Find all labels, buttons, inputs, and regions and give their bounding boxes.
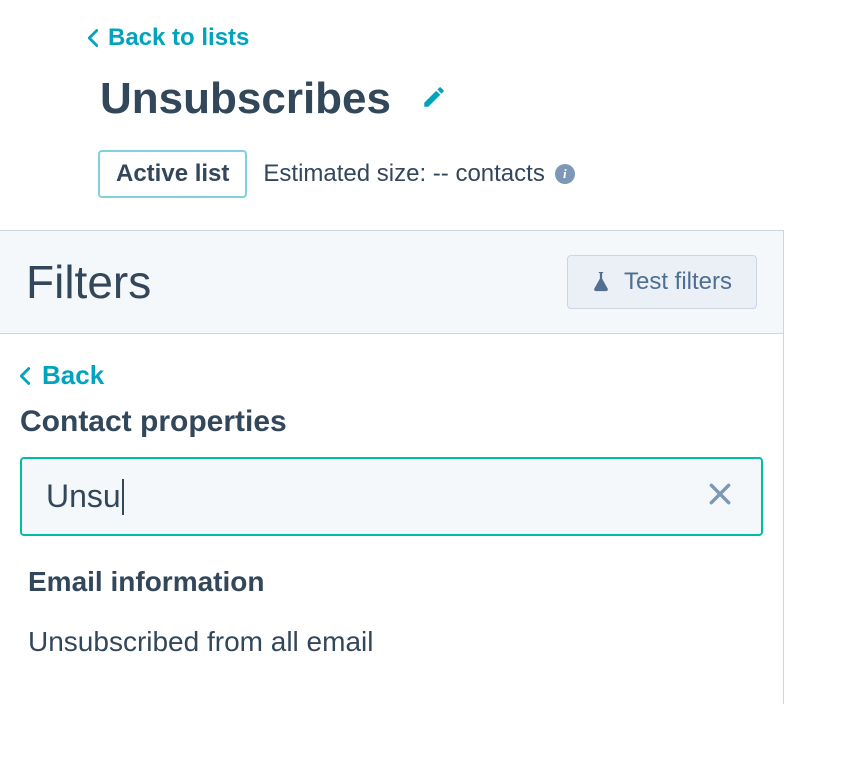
page-title: Unsubscribes [100,74,391,124]
filters-body: Back Contact properties Unsu Email infor… [0,334,784,704]
test-filters-label: Test filters [624,268,732,296]
contact-properties-heading: Contact properties [20,405,763,439]
filters-back-label: Back [42,360,104,391]
chevron-left-icon [20,367,30,385]
edit-title-button[interactable] [421,84,447,115]
filters-title: Filters [26,255,151,309]
filters-panel: Filters Test filters Back Contact proper… [0,230,784,704]
flask-icon [592,272,610,292]
search-input-wrap[interactable]: Unsu [20,457,763,536]
search-value: Unsu [46,478,121,515]
text-cursor [122,479,124,515]
search-input[interactable]: Unsu [46,478,124,515]
back-to-lists-link[interactable]: Back to lists [88,24,249,52]
clear-search-button[interactable] [703,477,737,516]
filters-header: Filters Test filters [0,231,784,334]
list-type-badge: Active list [98,150,247,198]
filters-back-link[interactable]: Back [20,360,104,391]
results-group-heading: Email information [28,566,763,598]
pencil-icon [421,84,447,110]
estimated-size-label: Estimated size: -- contacts i [263,160,574,188]
chevron-left-icon [88,29,98,47]
estimated-size-text: Estimated size: -- contacts [263,160,544,188]
test-filters-button[interactable]: Test filters [567,255,757,309]
back-to-lists-label: Back to lists [108,24,249,52]
page-header: Back to lists Unsubscribes Active list E… [0,0,844,230]
close-icon [707,481,733,507]
info-icon[interactable]: i [555,164,575,184]
property-result-item[interactable]: Unsubscribed from all email [20,620,763,664]
